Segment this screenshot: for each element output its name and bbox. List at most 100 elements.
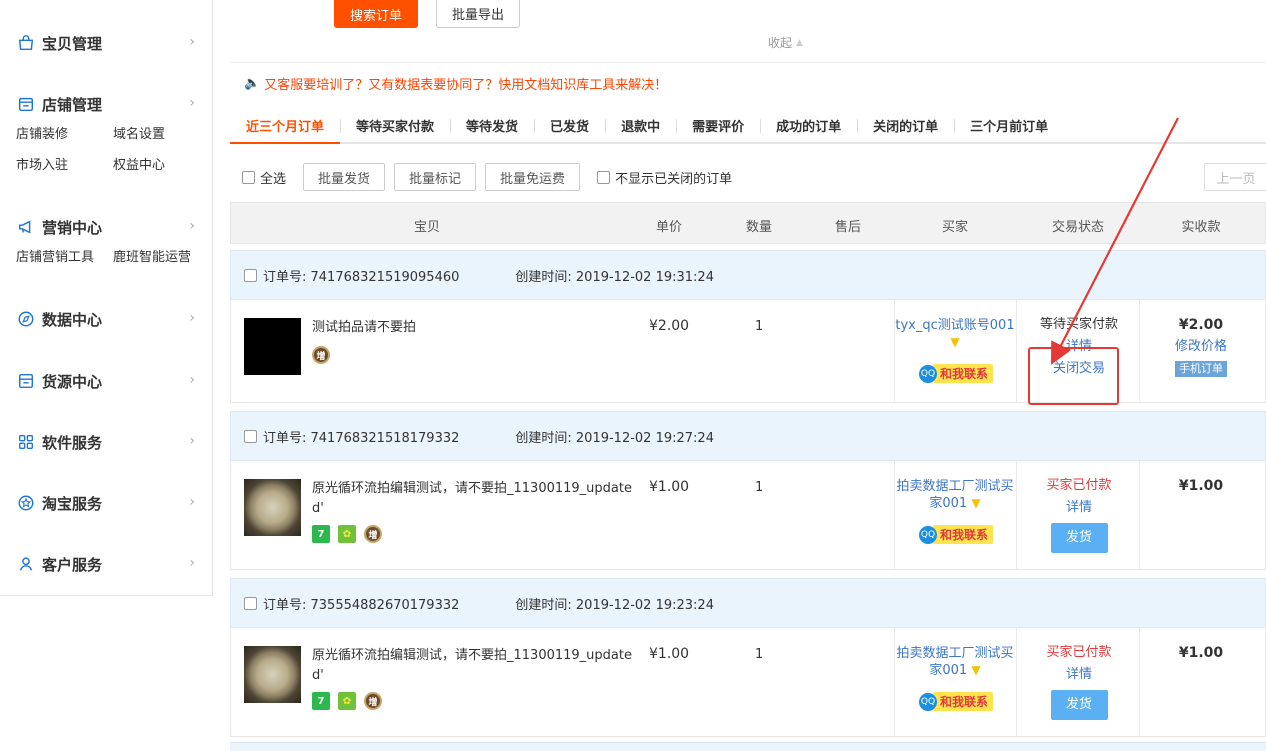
link-benefits-center[interactable]: 权益中心 [113,154,213,173]
col-header-qty: 数量 [745,220,773,235]
status-text: 等待买家付款 [1039,317,1118,332]
checkbox-box[interactable] [242,170,255,184]
order-header: 订单号: 735554882670179332 创建时间: 2019-12-02… [230,578,1266,628]
search-orders-button[interactable]: 搜索订单 [334,0,418,28]
filter-icon[interactable]: ▼ [971,663,980,677]
order-row: 原光循环流拍编辑测试，请不要拍_11300119_updated' 7 ✿ 增 … [230,628,1266,737]
person-icon [16,554,36,574]
tab-needs-review[interactable]: 需要评价 [676,108,760,142]
sidebar-group-shop: 店铺管理 › 店铺装修 域名设置 市场入驻 权益中心 [0,89,213,173]
order-number: 订单号: 741768321518179332 [263,430,460,446]
sidebar-item-data[interactable]: 数据中心 › [0,304,213,334]
col-header-item: 宝贝 [413,220,441,235]
tab-older-than-three-months[interactable]: 三个月前订单 [954,108,1064,142]
select-all-checkbox[interactable]: 全选 [242,168,286,187]
sidebar-item-shop[interactable]: 店铺管理 › [0,89,213,119]
product-thumbnail[interactable] [244,646,301,703]
unit-price: ¥1.00 [649,479,690,495]
bulk-free-shipping-button[interactable]: 批量免运费 [485,163,581,191]
order-checkbox[interactable] [244,596,257,610]
order-row: 原光循环流拍编辑测试，请不要拍_11300119_updated' 7 ✿ 增 … [230,461,1266,570]
collapse-toggle[interactable]: 收起 ▲ [768,34,803,51]
status-text: 买家已付款 [1046,478,1112,493]
link-luban-operations[interactable]: 鹿班智能运营 [113,246,213,265]
shop-icon [16,94,36,114]
tab-refunding[interactable]: 退款中 [605,108,676,142]
bulk-ship-button[interactable]: 批量发货 [303,163,386,191]
buyer-name: tyx_qc测试账号001 [895,318,1015,333]
detail-link[interactable]: 详情 [1019,497,1139,519]
order-created-time: 创建时间: 2019-12-02 19:31:24 [515,269,714,285]
order-card: 订单号: 735554882670179332 创建时间: 2019-12-02… [230,578,1266,737]
col-header-after-sale: 售后 [834,220,862,235]
contact-me-button[interactable]: QQ 和我联系 [919,364,994,383]
order-checkbox[interactable] [244,429,257,443]
link-domain-settings[interactable]: 域名设置 [113,123,213,142]
quantity: 1 [755,480,764,495]
unit-price: ¥2.00 [649,318,690,334]
table-header: 宝贝 单价 数量 售后 买家 交易状态 实收款 [230,202,1266,244]
ship-button[interactable]: 发货 [1050,690,1108,720]
notice-text: 又客服要培训了？又有数据表要协同了？快用文档知识库工具来解决！ [264,78,668,93]
tab-recent-three-months[interactable]: 近三个月订单 [230,108,341,144]
buyer-name: 拍卖数据工厂测试买家001 [896,646,1014,678]
filter-icon[interactable]: ▼ [971,496,980,510]
product-title-link[interactable]: 原光循环流拍编辑测试，请不要拍_11300119_updated' [312,479,632,519]
tab-awaiting-shipment[interactable]: 等待发货 [450,108,534,142]
tab-shipped[interactable]: 已发货 [534,108,605,142]
buyer-link[interactable]: tyx_qc测试账号001 ▼ [895,318,1015,351]
sidebar-item-marketing[interactable]: 营销中心 › [0,212,213,242]
chevron-right-icon: › [189,34,195,50]
status-text: 买家已付款 [1046,645,1112,660]
checkbox-box[interactable] [597,170,611,184]
tab-awaiting-payment[interactable]: 等待买家付款 [340,108,450,142]
product-title-link[interactable]: 原光循环流拍编辑测试，请不要拍_11300119_updated' [312,646,632,686]
modify-price-link[interactable]: 修改价格 [1175,339,1227,354]
trade-status: 买家已付款 详情 发货 [1019,475,1139,553]
tab-successful[interactable]: 成功的订单 [760,108,857,142]
product-thumbnail[interactable] [244,318,301,375]
order-card: 订单号: 741768321518179332 创建时间: 2019-12-02… [230,411,1266,570]
order-tabs: 近三个月订单 等待买家付款 等待发货 已发货 退款中 需要评价 成功的订单 关闭… [230,108,1266,144]
buyer-link[interactable]: 拍卖数据工厂测试买家001 ▼ [895,646,1015,679]
sidebar-item-customer-service[interactable]: 客户服务 › [0,549,213,579]
divider [1139,461,1140,569]
gift-badge-icon: 增 [364,692,382,710]
select-all-label: 全选 [260,171,287,187]
seven-day-return-icon: 7 [312,525,330,543]
bulk-mark-button[interactable]: 批量标记 [394,163,477,191]
chat-icon: QQ [919,525,937,544]
order-created-time: 创建时间: 2019-12-02 19:23:24 [515,597,714,613]
sidebar-item-supply[interactable]: 货源中心 › [0,366,213,396]
chevron-right-icon: › [189,433,195,449]
paid-value: ¥2.00 [1178,317,1224,333]
ship-button[interactable]: 发货 [1050,523,1108,553]
buyer-link[interactable]: 拍卖数据工厂测试买家001 ▼ [895,479,1015,512]
filter-icon[interactable]: ▼ [950,335,959,349]
contact-me-button[interactable]: QQ 和我联系 [919,692,994,711]
divider [1016,461,1017,569]
link-marketing-tools[interactable]: 店铺营销工具 [16,246,113,265]
product-thumbnail[interactable] [244,479,301,536]
gift-badge-icon: 增 [364,525,382,543]
prev-page-button[interactable]: 上一页 [1204,163,1266,191]
speaker-icon: 🔈 [244,76,261,91]
notice-banner[interactable]: 🔈 又客服要培训了？又有数据表要协同了？快用文档知识库工具来解决！ [244,74,667,93]
bulk-export-button[interactable]: 批量导出 [436,0,520,28]
contact-me-button[interactable]: QQ 和我联系 [919,525,994,544]
tab-closed[interactable]: 关闭的订单 [857,108,954,142]
detail-link[interactable]: 详情 [1019,664,1139,686]
contact-label: 和我联系 [933,525,994,544]
sidebar-item-taobao-service[interactable]: 淘宝服务 › [0,488,213,518]
paid-amount: ¥1.00 [1141,475,1261,497]
link-shop-decoration[interactable]: 店铺装修 [16,123,113,142]
divider [1016,628,1017,736]
caret-up-icon: ▲ [796,37,803,48]
product-title-link[interactable]: 测试拍品请不要拍 [312,318,632,338]
buyer-name: 拍卖数据工厂测试买家001 [896,479,1014,511]
sidebar-item-goods[interactable]: 宝贝管理 › [0,28,213,58]
hide-closed-checkbox[interactable]: 不显示已关闭的订单 [597,168,732,187]
order-checkbox[interactable] [244,268,257,282]
link-market-entry[interactable]: 市场入驻 [16,154,113,173]
sidebar-item-software[interactable]: 软件服务 › [0,427,213,457]
